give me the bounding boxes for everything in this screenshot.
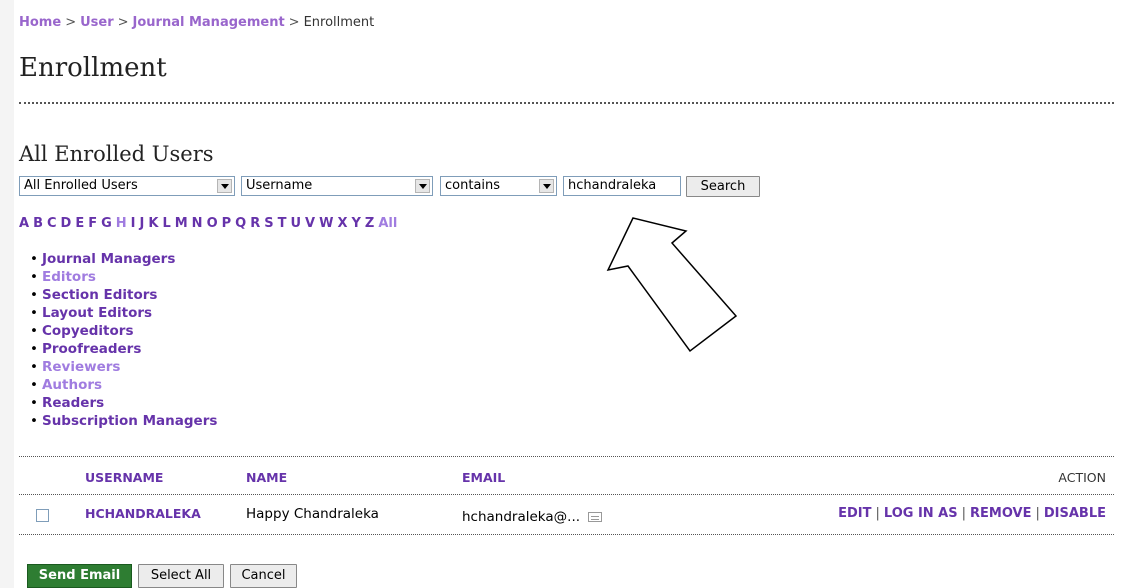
pointer-arrow-icon — [606, 217, 738, 353]
annotation-arrow — [606, 217, 738, 353]
page: Home > User > Journal Management > Enrollment … — [0, 0, 1132, 588]
